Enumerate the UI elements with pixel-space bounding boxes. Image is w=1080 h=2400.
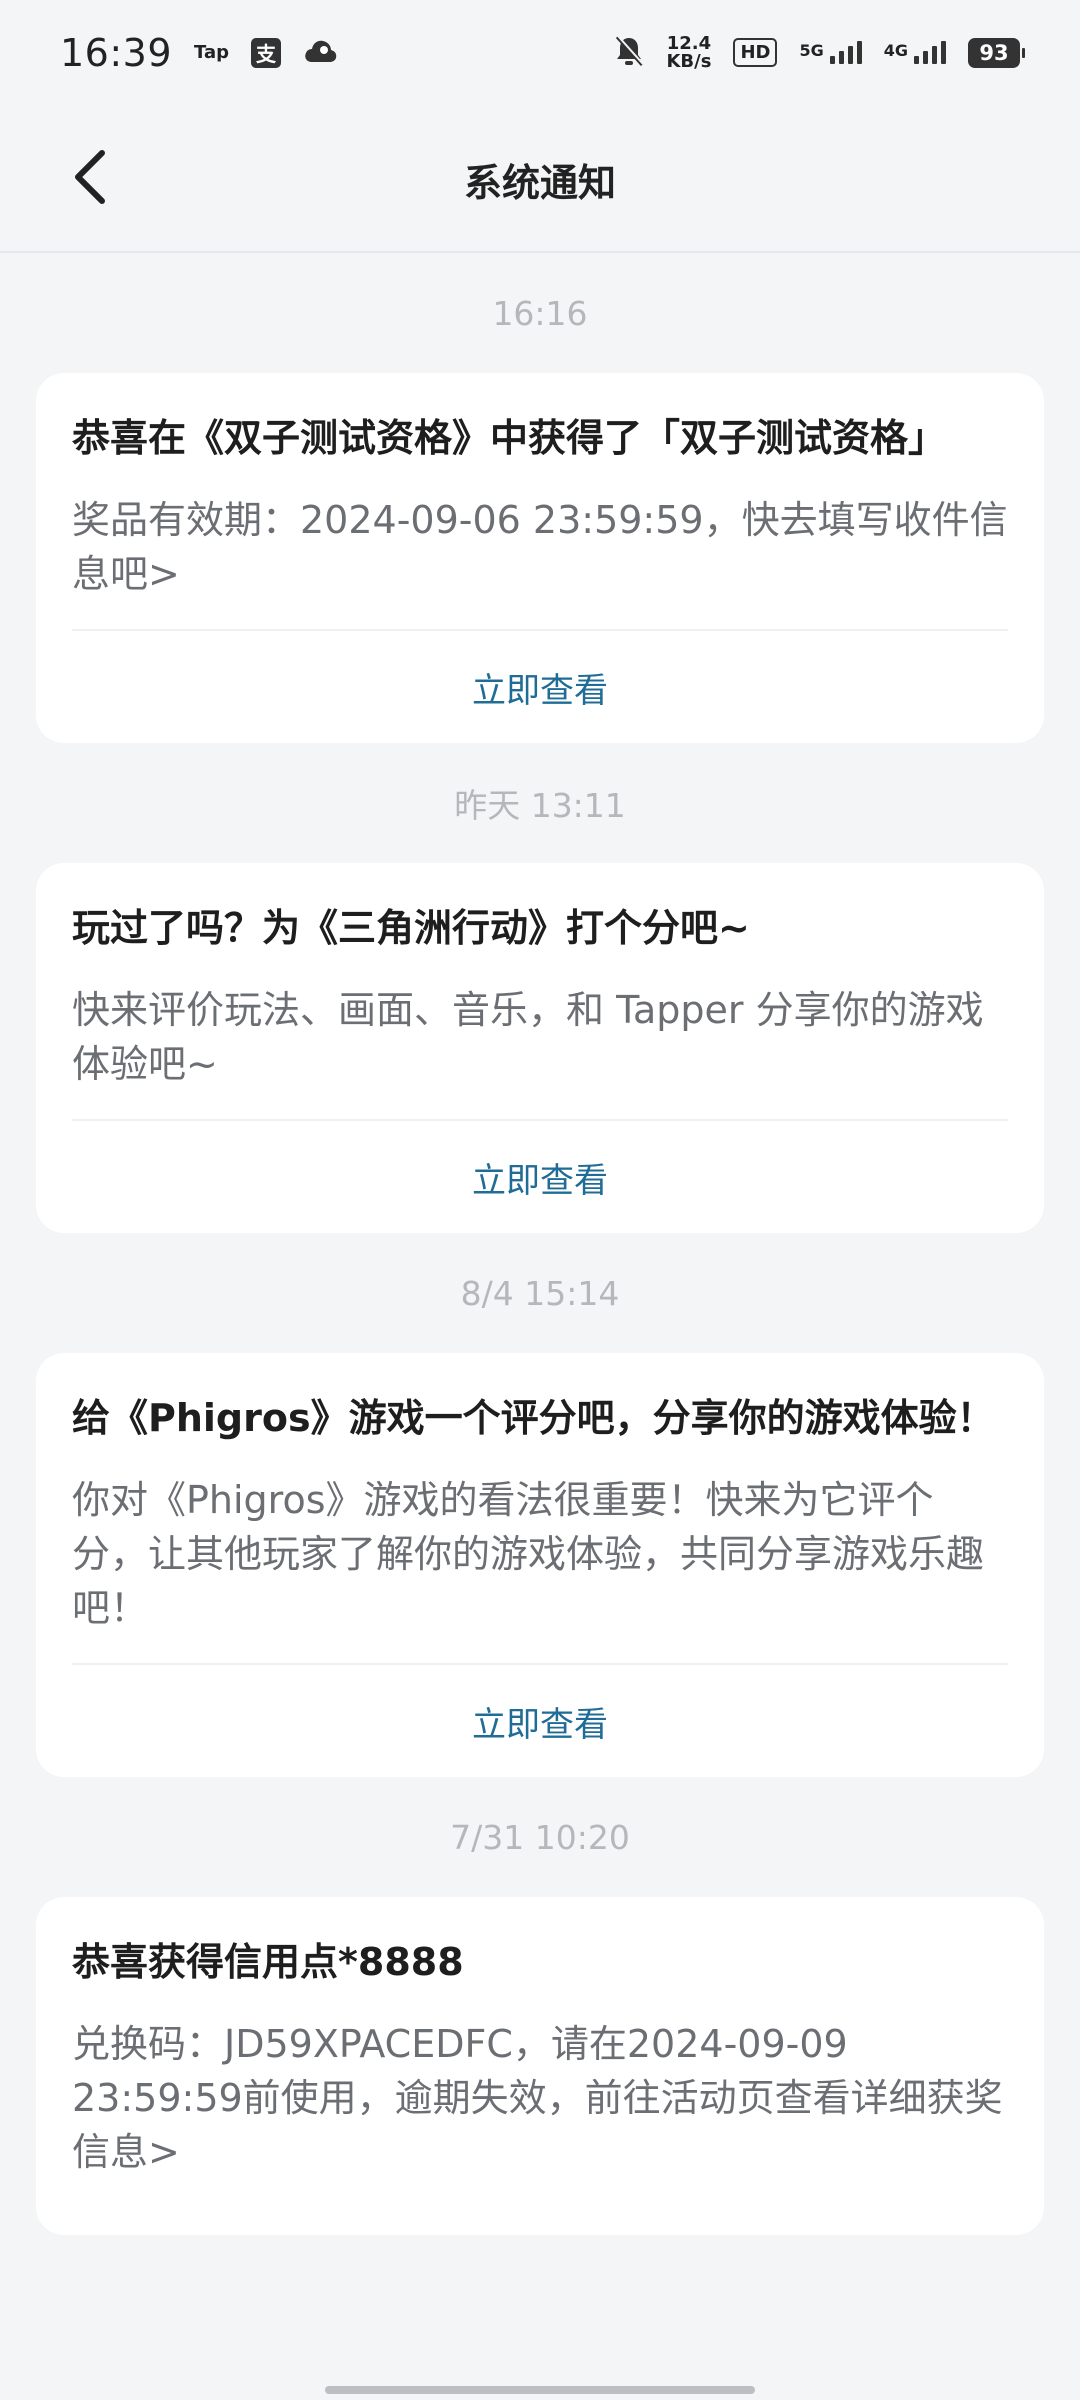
net-speed-unit: KB/s (666, 50, 712, 72)
signal-5g-label: 5G (799, 41, 824, 60)
notification-item: 16:16 恭喜在《双子测试资格》中获得了「双子测试资格」 奖品有效期：2024… (0, 253, 1080, 743)
notification-card[interactable]: 恭喜获得信用点*8888 兑换码：JD59XPACEDFC，请在2024-09-… (36, 1897, 1044, 2235)
notification-body: 奖品有效期：2024-09-06 23:59:59，快去填写收件信息吧> (72, 498, 1008, 596)
status-bar: 16:39 Tap 支 12.4 KB/s HD 5G 4G 93 (0, 0, 1080, 105)
cloud-icon (303, 38, 337, 68)
back-button[interactable] (50, 139, 130, 219)
view-now-button[interactable]: 立即查看 (72, 1665, 1008, 1777)
notification-card[interactable]: 恭喜在《双子测试资格》中获得了「双子测试资格」 奖品有效期：2024-09-06… (36, 373, 1044, 743)
notification-item: 昨天 13:11 玩过了吗？为《三角洲行动》打个分吧~ 快来评价玩法、画面、音乐… (0, 743, 1080, 1233)
notification-timestamp: 16:16 (492, 293, 588, 333)
notification-card[interactable]: 给《Phigros》游戏一个评分吧，分享你的游戏体验！ 你对《Phigros》游… (36, 1353, 1044, 1777)
notification-card[interactable]: 玩过了吗？为《三角洲行动》打个分吧~ 快来评价玩法、画面、音乐，和 Tapper… (36, 863, 1044, 1233)
status-left: 16:39 Tap 支 (60, 31, 337, 75)
notification-title: 玩过了吗？为《三角洲行动》打个分吧~ (72, 906, 750, 950)
notification-item: 8/4 15:14 给《Phigros》游戏一个评分吧，分享你的游戏体验！ 你对… (0, 1233, 1080, 1777)
status-time: 16:39 (60, 30, 173, 75)
notification-title: 恭喜在《双子测试资格》中获得了「双子测试资格」 (72, 416, 947, 460)
view-now-button[interactable]: 立即查看 (72, 1121, 1008, 1233)
signal-4g-icon: 4G (884, 41, 946, 64)
notification-body: 你对《Phigros》游戏的看法很重要！快来为它评个分，让其他玩家了解你的游戏体… (72, 1478, 985, 1630)
bell-off-icon (614, 34, 645, 71)
page-title: 系统通知 (463, 160, 616, 205)
notification-title: 给《Phigros》游戏一个评分吧，分享你的游戏体验！ (72, 1396, 995, 1440)
alipay-app-icon: 支 (251, 37, 282, 68)
hd-icon: HD (733, 38, 778, 67)
notification-timestamp: 7/31 10:20 (450, 1817, 630, 1857)
chevron-left-icon (70, 149, 110, 209)
signal-4g-label: 4G (883, 41, 908, 60)
notification-list[interactable]: 16:16 恭喜在《双子测试资格》中获得了「双子测试资格」 奖品有效期：2024… (0, 253, 1080, 2235)
notification-body: 快来评价玩法、画面、音乐，和 Tapper 分享你的游戏体验吧~ (72, 988, 984, 1086)
notification-body: 兑换码：JD59XPACEDFC，请在2024-09-09 23:59:59前使… (72, 2022, 1003, 2174)
notification-timestamp: 昨天 13:11 (454, 786, 626, 825)
notification-title: 恭喜获得信用点*8888 (72, 1940, 464, 1984)
signal-5g-icon: 5G (799, 41, 862, 64)
net-speed: 12.4 KB/s (666, 32, 712, 72)
tap-app-icon: Tap (194, 42, 230, 63)
nav-bar: 系统通知 (0, 105, 1080, 253)
view-now-button[interactable]: 立即查看 (72, 631, 1008, 743)
status-right: 12.4 KB/s HD 5G 4G 93 (614, 32, 1025, 72)
net-speed-value: 12.4 (666, 32, 712, 54)
notification-item: 7/31 10:20 恭喜获得信用点*8888 兑换码：JD59XPACEDFC… (0, 1777, 1080, 2235)
home-indicator[interactable] (325, 2386, 755, 2394)
battery-icon: 93 (968, 37, 1025, 68)
notification-timestamp: 8/4 15:14 (460, 1273, 620, 1313)
